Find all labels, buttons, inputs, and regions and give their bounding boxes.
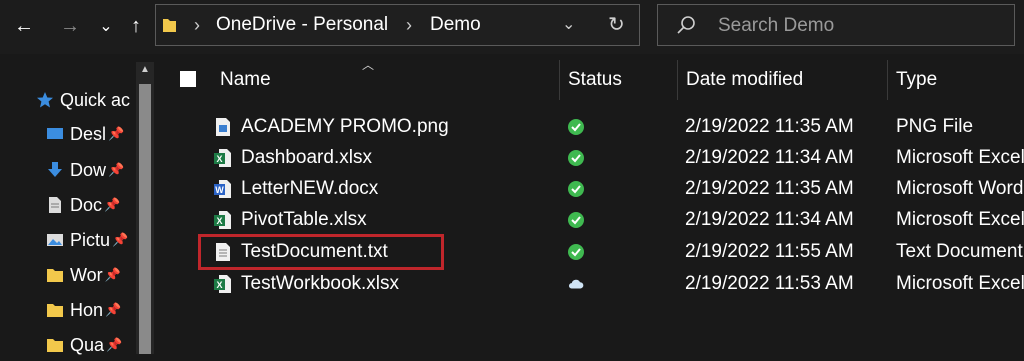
sidebar-item-label: Desl	[70, 123, 107, 144]
sidebar-item-desktop[interactable]: Desl 📌	[0, 118, 135, 150]
synced-check-icon	[568, 181, 584, 197]
sidebar-item-label: Qua	[70, 334, 105, 355]
sidebar-item-folder-hon[interactable]: Hon 📌	[0, 294, 135, 326]
file-row[interactable]: ACADEMY PROMO.png 2/19/2022 11:35 AM PNG…	[200, 111, 1024, 142]
pin-icon: 📌	[108, 126, 125, 141]
svg-text:W: W	[215, 185, 224, 195]
select-all-checkbox[interactable]	[180, 71, 196, 87]
file-row[interactable]: X PivotTable.xlsx 2/19/2022 11:34 AM Mic…	[200, 204, 1024, 235]
highlight-box	[198, 234, 444, 270]
refresh-button[interactable]: ↻	[608, 5, 625, 45]
file-type: Microsoft Excel	[896, 273, 1024, 294]
synced-check-icon	[568, 150, 584, 166]
pin-icon: 📌	[104, 267, 121, 282]
sidebar-item-folder-wor[interactable]: Wor 📌	[0, 259, 135, 291]
sidebar-item-downloads[interactable]: Dow 📌	[0, 154, 135, 186]
sidebar-scrollbar[interactable]: ▲	[136, 62, 154, 354]
pin-icon: 📌	[105, 302, 122, 317]
column-divider[interactable]	[559, 60, 560, 100]
sidebar-item-label: Quick ac	[60, 89, 131, 110]
file-name: ACADEMY PROMO.png	[241, 116, 449, 137]
column-header-type[interactable]: Type	[896, 60, 937, 100]
sidebar-item-label: Dow	[70, 159, 107, 180]
excel-file-icon: X	[214, 149, 231, 167]
file-name: PivotTable.xlsx	[241, 209, 367, 230]
folder-icon	[163, 19, 176, 32]
folder-icon	[47, 339, 63, 352]
date-modified: 2/19/2022 11:35 AM	[685, 116, 854, 137]
pin-icon: 📌	[104, 197, 121, 212]
breadcrumb-onedrive[interactable]: OneDrive - Personal	[216, 5, 388, 45]
sidebar-item-folder-qua[interactable]: Qua 📌	[0, 329, 135, 361]
scroll-up-arrow-icon[interactable]: ▲	[136, 64, 154, 75]
date-modified: 2/19/2022 11:34 AM	[685, 209, 854, 230]
pin-icon: 📌	[112, 232, 129, 247]
sidebar-item-label: Doc	[70, 194, 103, 215]
file-type: Microsoft Excel	[896, 147, 1024, 168]
synced-check-icon	[568, 119, 584, 135]
star-icon	[37, 92, 53, 108]
image-file-icon	[216, 118, 230, 136]
pin-icon: 📌	[106, 337, 123, 352]
svg-text:X: X	[216, 216, 222, 226]
svg-text:X: X	[216, 280, 222, 290]
date-modified: 2/19/2022 11:35 AM	[685, 178, 854, 199]
sidebar-item-pictures[interactable]: Pictu 📌	[0, 224, 135, 256]
pin-icon: 📌	[108, 162, 125, 177]
folder-icon	[47, 304, 63, 317]
file-type: PNG File	[896, 116, 974, 137]
address-dropdown-button[interactable]: ⌄	[562, 5, 575, 45]
breadcrumb-separator: ›	[406, 15, 412, 35]
pictures-icon	[47, 234, 63, 246]
sidebar-item-label: Pictu	[70, 229, 111, 250]
breadcrumb-separator: ›	[194, 15, 200, 35]
file-type: Microsoft Word	[896, 178, 1024, 199]
file-name: Dashboard.xlsx	[241, 147, 372, 168]
word-file-icon: W	[214, 180, 231, 198]
sidebar-item-label: Wor	[70, 264, 103, 285]
svg-text:X: X	[216, 154, 222, 164]
breadcrumb-demo[interactable]: Demo	[430, 5, 481, 45]
column-header-date-modified[interactable]: Date modified	[686, 60, 803, 100]
up-button[interactable]: ↑	[122, 10, 150, 42]
column-header-name[interactable]: Name	[220, 60, 271, 100]
date-modified: 2/19/2022 11:53 AM	[685, 273, 854, 294]
sidebar-item-documents[interactable]: Doc 📌	[0, 189, 135, 221]
document-icon	[49, 197, 61, 213]
synced-check-icon	[568, 212, 584, 228]
excel-file-icon: X	[214, 211, 231, 229]
search-icon	[677, 16, 695, 34]
file-row[interactable]: X Dashboard.xlsx 2/19/2022 11:34 AM Micr…	[200, 142, 1024, 173]
date-modified: 2/19/2022 11:55 AM	[685, 241, 854, 262]
sort-ascending-icon: ︿	[362, 58, 375, 72]
synced-check-icon	[568, 244, 584, 260]
file-row[interactable]: W LetterNEW.docx 2/19/2022 11:35 AM Micr…	[200, 173, 1024, 204]
desktop-icon	[47, 128, 63, 139]
file-type: Microsoft Excel	[896, 209, 1024, 230]
navigation-pane: Quick ac Desl 📌 Dow 📌 Doc 📌 Pictu 📌 Wor …	[0, 54, 157, 355]
search-box[interactable]	[657, 4, 1015, 47]
file-row[interactable]: X TestWorkbook.xlsx 2/19/2022 11:53 AM M…	[200, 268, 1024, 299]
recent-locations-button[interactable]: ⌄	[92, 10, 120, 42]
column-divider[interactable]	[887, 60, 888, 100]
back-button[interactable]: ←	[10, 10, 38, 42]
cloud-icon	[568, 279, 584, 289]
file-name: TestWorkbook.xlsx	[241, 273, 400, 294]
date-modified: 2/19/2022 11:34 AM	[685, 147, 854, 168]
file-name: LetterNEW.docx	[241, 178, 379, 199]
file-type: Text Document	[896, 241, 1023, 262]
column-divider[interactable]	[677, 60, 678, 100]
address-bar[interactable]: › OneDrive - Personal › Demo ⌄ ↻	[155, 4, 640, 46]
search-input[interactable]	[716, 5, 1010, 47]
excel-file-icon: X	[214, 275, 231, 293]
column-header-status[interactable]: Status	[568, 60, 622, 100]
scrollbar-thumb[interactable]	[139, 84, 151, 354]
sidebar-item-label: Hon	[70, 299, 104, 320]
forward-button[interactable]: →	[56, 10, 84, 42]
folder-icon	[47, 269, 63, 282]
download-icon	[48, 162, 62, 177]
sidebar-item-quick-access[interactable]: Quick ac	[0, 84, 135, 116]
